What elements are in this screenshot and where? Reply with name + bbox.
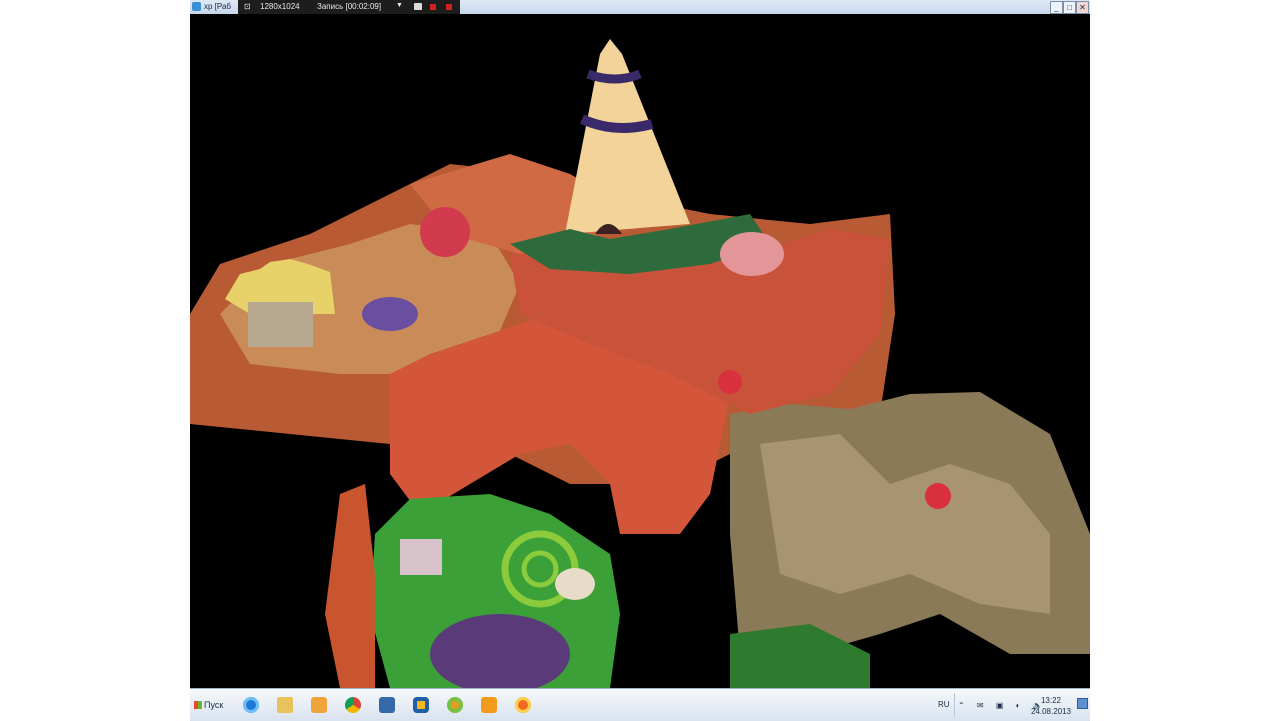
virtualbox-icon: [379, 697, 395, 713]
odnoklassniki-icon: [481, 697, 497, 713]
taskbar-game-center[interactable]: [442, 692, 468, 718]
language-indicator[interactable]: RU: [938, 700, 950, 709]
red-berry: [718, 370, 742, 394]
stone-block: [248, 302, 313, 347]
record-close-icon[interactable]: [446, 4, 452, 10]
red-berry-cliff: [925, 483, 951, 509]
windows-taskbar: Пуск RU ⌃ ✉ ▣ ◐ 🔈 13:22 24.08.2013: [190, 688, 1090, 721]
taskbar-chrome[interactable]: [340, 692, 366, 718]
start-button[interactable]: Пуск: [192, 694, 230, 716]
red-mushroom: [420, 207, 470, 257]
close-button[interactable]: ✕: [1076, 1, 1089, 14]
vm-window: xp [Раб ⊡ 1280x1024 Запись [00:02:09] ▼ …: [190, 0, 1090, 721]
show-desktop-icon[interactable]: [1077, 698, 1088, 709]
white-creature: [555, 568, 595, 600]
folder-icon: [277, 697, 293, 713]
window-title: xp [Раб: [204, 2, 231, 11]
tower-stripe-upper: [586, 69, 642, 84]
app-icon: [515, 697, 531, 713]
tray-divider: [954, 693, 955, 717]
clock-date: 24.08.2013: [1030, 707, 1072, 716]
chrome-icon: [345, 697, 361, 713]
taskbar-odnoklassniki[interactable]: [476, 692, 502, 718]
media-player-icon: [311, 697, 327, 713]
record-stop-icon[interactable]: [430, 4, 436, 10]
game-viewport[interactable]: [190, 14, 1090, 688]
striped-dome: [362, 297, 418, 331]
mail-icon: [413, 697, 429, 713]
internet-explorer-icon: [243, 697, 259, 713]
camera-icon[interactable]: [414, 3, 422, 10]
taskbar-internet-explorer[interactable]: [238, 692, 264, 718]
taskbar-virtualbox[interactable]: [374, 692, 400, 718]
pink-dome: [720, 232, 784, 276]
taskbar-media-player[interactable]: [306, 692, 332, 718]
window-title-bar[interactable]: xp [Раб ⊡ 1280x1024 Запись [00:02:09] ▼ …: [190, 0, 1090, 15]
taskbar-mail[interactable]: [408, 692, 434, 718]
windows-logo-icon: [194, 701, 202, 709]
game-center-icon: [447, 697, 463, 713]
recording-toolbar: ⊡ 1280x1024 Запись [00:02:09] ▼: [238, 0, 460, 14]
window-app-icon: [192, 2, 201, 11]
clock-time: 13:22: [1040, 696, 1062, 705]
taskbar-clock[interactable]: 13:22 24.08.2013: [1026, 695, 1076, 717]
recording-resolution: 1280x1024: [260, 2, 300, 11]
garden-sign: [400, 539, 442, 575]
minimize-button[interactable]: _: [1050, 1, 1063, 14]
chevron-down-icon[interactable]: ▼: [396, 2, 403, 9]
start-label: Пуск: [204, 700, 224, 710]
taskbar-folder[interactable]: [272, 692, 298, 718]
maximize-button[interactable]: □: [1063, 1, 1076, 14]
taskbar-app[interactable]: [510, 692, 536, 718]
recording-status: Запись [00:02:09]: [317, 2, 382, 11]
pin-icon[interactable]: ⊡: [244, 2, 251, 11]
